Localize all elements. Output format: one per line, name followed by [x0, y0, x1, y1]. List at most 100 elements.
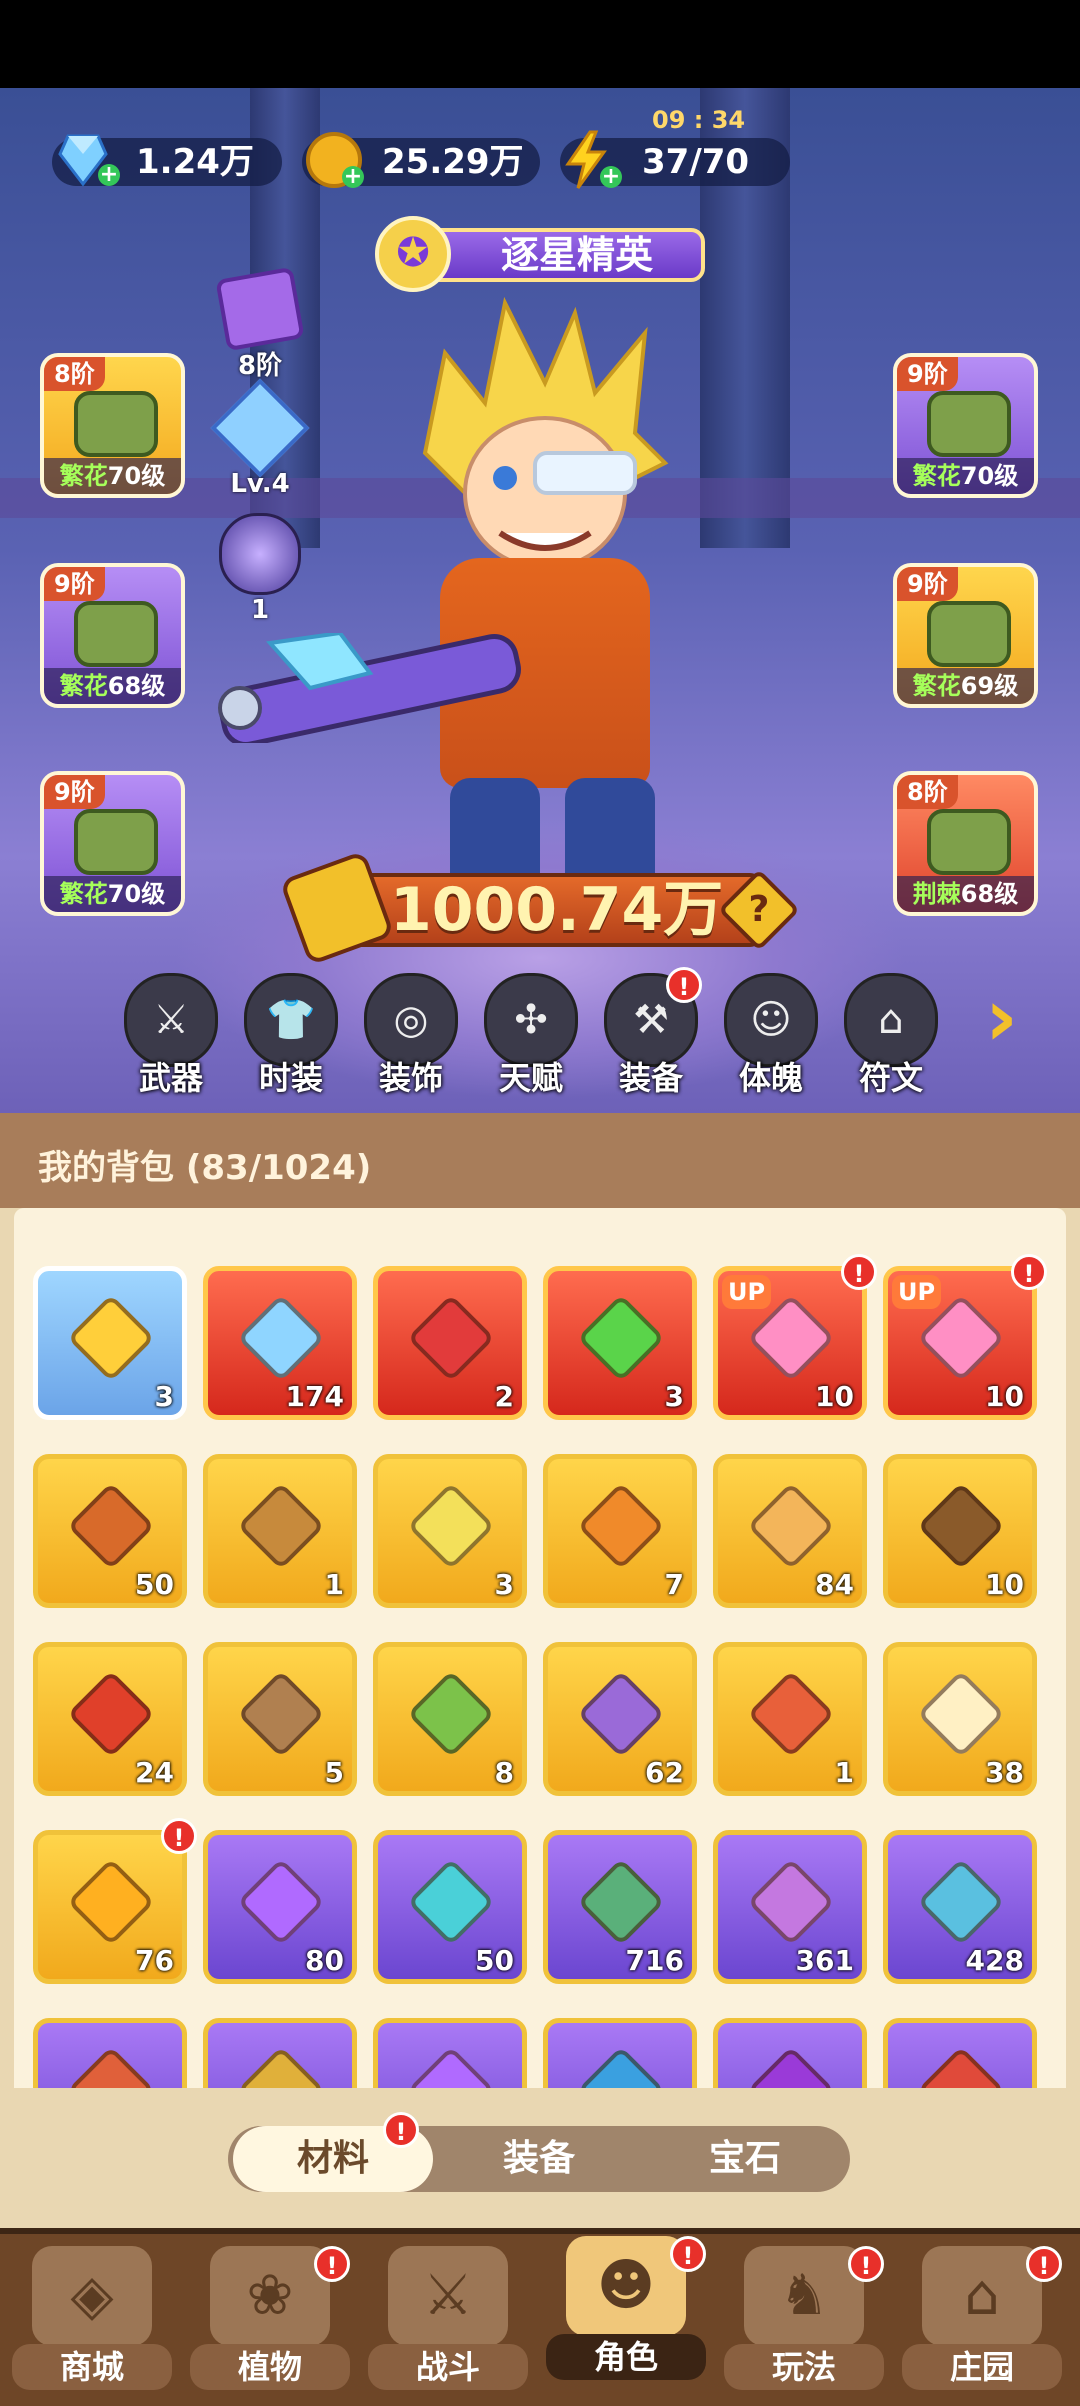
nav-manor[interactable]: ⌂ 庄园! — [902, 2240, 1062, 2390]
energy-currency[interactable]: + 37/70 — [560, 130, 790, 189]
nav-plant[interactable]: ❀ 植物! — [190, 2240, 350, 2390]
bag-item[interactable]: 62 — [543, 1642, 697, 1796]
equipment-level: 繁花68级 — [44, 668, 181, 704]
bag-item[interactable]: 38 — [883, 1642, 1037, 1796]
bag-item[interactable]: 5 — [203, 1642, 357, 1796]
category-equipment[interactable]: ⚒ 装备! — [596, 967, 706, 1099]
bag-item[interactable]: 8 — [373, 1642, 527, 1796]
category-physique[interactable]: ☺ 体魄 — [716, 973, 826, 1099]
bag-item[interactable] — [713, 2018, 867, 2088]
upgrade-tag: UP — [722, 1275, 772, 1309]
equipment-slot-left-1[interactable]: 8阶 繁花70级 — [40, 353, 185, 498]
equipment-slot-left-3[interactable]: 9阶 繁花70级 — [40, 771, 185, 916]
bag-item[interactable]: 7 — [543, 1454, 697, 1608]
item-quantity: 50 — [475, 1944, 514, 1977]
gold-currency[interactable]: + 25.29万 — [302, 132, 540, 188]
bag-item[interactable]: 84 — [713, 1454, 867, 1608]
category-label: 装备 — [618, 1059, 683, 1097]
bag-item[interactable] — [883, 2018, 1037, 2088]
orb-count: 1 — [250, 595, 270, 625]
bag-item[interactable]: UP 10 — [883, 1266, 1037, 1420]
bag-item[interactable]: 24 — [33, 1642, 187, 1796]
bag-item[interactable]: 2 — [373, 1266, 527, 1420]
tab-2[interactable]: 宝石 — [645, 2126, 845, 2192]
fire-icon — [67, 1858, 155, 1946]
category-fashion[interactable]: 👕 时装 — [236, 973, 346, 1099]
nav-battle[interactable]: ⚔ 战斗 — [368, 2240, 528, 2390]
nav-character[interactable]: ☻ 角色! — [546, 2230, 706, 2380]
category-mask[interactable]: ◎ 装饰 — [356, 973, 466, 1099]
add-gold-icon[interactable]: + — [342, 166, 364, 188]
bag-item[interactable]: 361 — [713, 1830, 867, 1984]
bag-grid[interactable]: 3 174 2 3 UP 10! UP 10! 50 1 3 7 84 10 24 5 8 62 1 38 76! 80 5… — [0, 1208, 1080, 2088]
orb-widget[interactable]: 1 — [215, 513, 305, 625]
item-quantity: 7 — [664, 1568, 684, 1601]
bag-item[interactable] — [203, 2018, 357, 2088]
crystal-icon — [210, 378, 310, 478]
bag-item[interactable]: 50 — [33, 1454, 187, 1608]
equipment-level-value: 68级 — [960, 880, 1019, 908]
nav-shop[interactable]: ◈ 商城 — [12, 2240, 172, 2390]
bag-item[interactable]: 174 — [203, 1266, 357, 1420]
bag-item[interactable]: 3 — [33, 1266, 187, 1420]
bag-item[interactable]: 3 — [373, 1454, 527, 1608]
key-icon — [237, 1482, 325, 1570]
bag-item[interactable] — [373, 2018, 527, 2088]
bag-title: 我的背包 (83/1024) — [38, 1148, 372, 1188]
diamond-currency[interactable]: + 1.24万 — [52, 134, 282, 187]
equipment-slot-right-3[interactable]: 8阶 荆棘68级 — [893, 771, 1038, 916]
notification-badge: ! — [1011, 1254, 1047, 1290]
potion-icon — [407, 1294, 495, 1382]
rank-title: 逐星精英 — [500, 233, 653, 277]
bag-item[interactable]: 1 — [713, 1642, 867, 1796]
bag-item[interactable]: UP 10 — [713, 1266, 867, 1420]
gem-icon — [747, 1670, 835, 1758]
bag-item[interactable]: 428 — [883, 1830, 1037, 1984]
equipment-quality: 繁花 — [59, 880, 108, 908]
scroll-icon — [67, 2046, 155, 2088]
crystal-level-widget[interactable]: Lv.4 — [210, 378, 310, 499]
bag-item[interactable]: 10 — [883, 1454, 1037, 1608]
scroll-icon — [747, 1858, 835, 1946]
item-quantity: 3 — [494, 1568, 514, 1601]
item-quantity: 84 — [815, 1568, 854, 1601]
bag-item[interactable]: 50 — [373, 1830, 527, 1984]
shop-icon: ◈ — [32, 2246, 152, 2346]
equipment-slot-right-1[interactable]: 9阶 繁花70级 — [893, 353, 1038, 498]
bag-item[interactable] — [33, 2018, 187, 2088]
notification-badge: ! — [841, 1254, 877, 1290]
energy-amount: 37/70 — [642, 142, 750, 182]
rune-tier-widget[interactable]: 8阶 — [215, 266, 305, 382]
rank-star-icon: ✪ — [375, 216, 451, 292]
category-rune[interactable]: ⌂ 符文 — [836, 973, 946, 1099]
category-next-arrow[interactable]: › — [985, 978, 1035, 1058]
bag-item[interactable]: 80 — [203, 1830, 357, 1984]
hat-icon — [74, 391, 158, 457]
equipment-slot-left-2[interactable]: 9阶 繁花68级 — [40, 563, 185, 708]
tab-1[interactable]: 装备 — [439, 2126, 639, 2192]
equipment-level: 繁花69级 — [897, 668, 1034, 704]
equipment-slot-right-2[interactable]: 9阶 繁花69级 — [893, 563, 1038, 708]
bag-item[interactable]: 716 — [543, 1830, 697, 1984]
bag-item[interactable]: 3 — [543, 1266, 697, 1420]
crystal-icon — [577, 2046, 665, 2088]
shirt-icon — [927, 391, 1011, 457]
equipment-level-value: 68级 — [107, 672, 166, 700]
equipment-quality: 荆棘 — [912, 880, 961, 908]
scroll-icon — [577, 1858, 665, 1946]
category-talent[interactable]: ✣ 天赋 — [476, 973, 586, 1099]
manor-icon: ⌂ — [922, 2246, 1042, 2346]
nav-gameplay[interactable]: ♞ 玩法! — [724, 2240, 884, 2390]
rune-tier: 8阶 — [237, 351, 283, 381]
gameplay-icon: ♞ — [744, 2246, 864, 2346]
bag-item[interactable]: 76 — [33, 1830, 187, 1984]
bag-item[interactable]: 1 — [203, 1454, 357, 1608]
equipment-tier: 8阶 — [44, 357, 105, 391]
bag-item[interactable] — [543, 2018, 697, 2088]
rune-card-icon — [215, 266, 305, 352]
rank-badge[interactable]: ✪ 逐星精英 — [345, 216, 735, 292]
category-weapon[interactable]: ⚔ 武器 — [116, 973, 226, 1099]
category-label: 天赋 — [498, 1059, 563, 1097]
add-diamond-icon[interactable]: + — [98, 164, 120, 186]
add-energy-icon[interactable]: + — [600, 166, 622, 188]
